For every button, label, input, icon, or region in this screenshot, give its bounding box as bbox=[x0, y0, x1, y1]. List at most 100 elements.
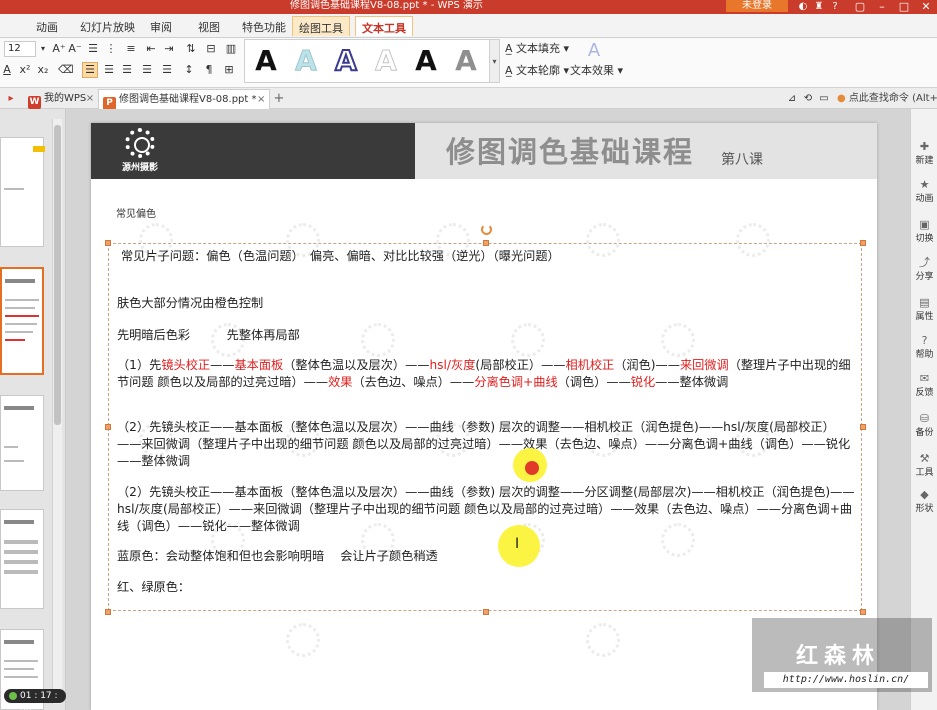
align-left-icon[interactable]: ☰ bbox=[82, 62, 98, 78]
tab-review[interactable]: 审阅 bbox=[150, 19, 172, 35]
command-search[interactable]: ● 点此查找命令 (Alt+ bbox=[837, 89, 937, 109]
rotate-handle-icon[interactable] bbox=[481, 224, 492, 235]
tabs-menu-icon[interactable]: ▸ bbox=[4, 89, 18, 109]
tab-drawing-tools[interactable]: 绘图工具 bbox=[292, 16, 350, 36]
numbered-list-icon[interactable]: ≡ bbox=[124, 42, 138, 56]
sidebar-item-animation[interactable]: ★ 动画 bbox=[911, 179, 937, 205]
tab-text-tools[interactable]: 文本工具 bbox=[355, 16, 413, 36]
click-indicator-icon bbox=[525, 461, 539, 475]
text-direction-icon[interactable]: ⇅ bbox=[184, 42, 198, 56]
resize-handle[interactable] bbox=[105, 609, 111, 615]
smart-art-icon[interactable]: ⊞ bbox=[222, 63, 236, 77]
bullet-list-icon[interactable]: ⋮ bbox=[104, 42, 118, 56]
slide-title[interactable]: 修图调色基础课程 bbox=[446, 129, 694, 171]
text-fill-button[interactable]: A̲ 文本填充 ▾ bbox=[505, 42, 569, 56]
decrease-font-icon[interactable]: A⁻ bbox=[68, 42, 82, 56]
minimize-button[interactable]: – bbox=[872, 0, 892, 13]
slide-header: 源州摄影 修图调色基础课程 第八课 bbox=[91, 123, 877, 179]
skin-icon[interactable]: ◐ bbox=[797, 1, 809, 12]
resize-handle[interactable] bbox=[860, 240, 866, 246]
sidebar-item-shapes[interactable]: ◆ 形状 bbox=[911, 489, 937, 515]
recording-timer: 01 : 17 : 08 bbox=[4, 689, 66, 710]
new-tab-icon[interactable]: + bbox=[272, 89, 286, 109]
thumbnail-scroll-thumb[interactable] bbox=[54, 125, 61, 425]
tab-document[interactable]: P 修图调色基础课程V8-08.ppt * × bbox=[98, 89, 270, 110]
clear-format-icon[interactable]: ⌫ bbox=[58, 63, 74, 77]
restore-window-button[interactable]: ▢ bbox=[850, 0, 870, 13]
justify-icon[interactable]: ☰ bbox=[140, 63, 154, 77]
text-style-light-blue[interactable]: A bbox=[289, 44, 323, 78]
text-outline-icon: A̲ bbox=[505, 64, 517, 77]
style-gallery-scroll-icon[interactable]: ▾ bbox=[490, 39, 500, 83]
sidebar-item-feedback[interactable]: ✉ 反馈 bbox=[911, 373, 937, 399]
tab-features[interactable]: 特色功能 bbox=[242, 19, 286, 35]
slide-subtitle[interactable]: 常见偏色 bbox=[116, 205, 156, 220]
tab-my-wps[interactable]: W 我的WPS bbox=[24, 89, 90, 109]
resize-handle[interactable] bbox=[860, 609, 866, 615]
line-spacing-menu-icon[interactable]: ↕ bbox=[182, 63, 196, 77]
superscript-icon[interactable]: x² bbox=[18, 63, 32, 77]
text-outline-button[interactable]: A̲ 文本轮廓 ▾ bbox=[505, 64, 569, 78]
maximize-button[interactable]: □ bbox=[894, 0, 914, 13]
text-style-bold-black[interactable]: A bbox=[409, 44, 443, 78]
thumbnail-scrollbar[interactable] bbox=[52, 119, 62, 704]
text-line: 先明暗后色彩 先整体再局部 bbox=[117, 328, 300, 342]
indent-decrease-icon[interactable]: ⇤ bbox=[144, 42, 158, 56]
sidebar-item-transition[interactable]: ▣ 切换 bbox=[911, 219, 937, 245]
resize-handle[interactable] bbox=[483, 240, 489, 246]
tab-view[interactable]: 视图 bbox=[198, 19, 220, 35]
resize-handle[interactable] bbox=[105, 240, 111, 246]
slide-thumbnail[interactable] bbox=[0, 395, 44, 491]
window-list-icon[interactable]: ▭ bbox=[818, 89, 830, 109]
text-effect-button[interactable]: 文本效果 ▾ bbox=[570, 64, 623, 78]
font-color-icon[interactable]: A bbox=[0, 63, 14, 77]
selected-text-box[interactable]: 常见片子问题：偏色（色温问题） 偏亮、偏暗、对比比较强（逆光）（曝光问题） 肤色… bbox=[105, 224, 866, 615]
properties-icon: ▤ bbox=[919, 296, 930, 309]
tab-animation[interactable]: 动画 bbox=[36, 19, 58, 35]
slide-thumbnail[interactable] bbox=[0, 509, 44, 609]
refresh-icon[interactable]: ⟲ bbox=[802, 89, 814, 109]
slide-thumbnail-current[interactable] bbox=[0, 267, 44, 375]
tab-slideshow[interactable]: 幻灯片放映 bbox=[80, 19, 135, 35]
workflow-paragraph-1: （1）先镜头校正——基本面板（整体色温以及层次）——hsl/灰度(局部校正）——… bbox=[117, 358, 851, 389]
text-style-gallery: A A A A A A bbox=[244, 39, 490, 83]
font-size-dropdown-icon[interactable]: ▾ bbox=[38, 42, 48, 56]
sidebar-item-help[interactable]: ? 帮助 bbox=[911, 335, 937, 361]
login-button[interactable]: 未登录 bbox=[726, 0, 788, 12]
text-style-gray[interactable]: A bbox=[449, 44, 483, 78]
text-style-white-outline[interactable]: A bbox=[369, 44, 403, 78]
distribute-icon[interactable]: ☰ bbox=[160, 63, 174, 77]
text-effect-icon[interactable]: A bbox=[584, 40, 604, 62]
search-bulb-icon: ● bbox=[837, 93, 849, 104]
resize-handle[interactable] bbox=[483, 609, 489, 615]
sidebar-item-new[interactable]: ✚ 新建 bbox=[911, 141, 937, 167]
close-button[interactable]: ✕ bbox=[916, 0, 936, 13]
text-style-black[interactable]: A bbox=[249, 44, 283, 78]
sidebar-item-tools[interactable]: ⚒ 工具 bbox=[911, 453, 937, 479]
text-style-blue-outline[interactable]: A bbox=[329, 43, 363, 78]
document-tab-close-icon[interactable]: × bbox=[257, 90, 265, 109]
resize-handle[interactable] bbox=[860, 424, 866, 430]
pin-icon[interactable]: ⊿ bbox=[786, 89, 798, 109]
sidebar-item-properties[interactable]: ▤ 属性 bbox=[911, 296, 937, 323]
lesson-label[interactable]: 第八课 bbox=[721, 149, 763, 169]
slide-thumbnail[interactable] bbox=[0, 137, 45, 247]
help-icon[interactable]: ? bbox=[829, 1, 841, 12]
align-center-icon[interactable]: ☰ bbox=[102, 63, 116, 77]
text-cursor-icon: I bbox=[515, 536, 520, 552]
align-right-icon[interactable]: ☰ bbox=[120, 63, 134, 77]
sidebar-item-share[interactable]: ⤴ 分享 bbox=[911, 257, 937, 283]
subscript-icon[interactable]: x₂ bbox=[36, 63, 50, 77]
font-size-field[interactable]: 12 bbox=[4, 41, 36, 57]
indent-increase-icon[interactable]: ⇥ bbox=[162, 42, 176, 56]
paragraph-icon[interactable]: ¶ bbox=[202, 63, 216, 77]
align-text-icon[interactable]: ⊟ bbox=[204, 42, 218, 56]
text-line: 常见片子问题：偏色（色温问题） 偏亮、偏暗、对比比较强（逆光）（曝光问题） bbox=[121, 249, 560, 263]
shirt-icon[interactable]: ♜ bbox=[813, 1, 825, 12]
sidebar-item-backup[interactable]: ⛁ 备份 bbox=[911, 413, 937, 439]
columns-icon[interactable]: ▥ bbox=[224, 42, 238, 56]
increase-font-icon[interactable]: A⁺ bbox=[52, 42, 66, 56]
resize-handle[interactable] bbox=[105, 424, 111, 430]
line-spacing-icon[interactable]: ☰ bbox=[86, 42, 100, 56]
tab-close-icon[interactable]: × bbox=[84, 89, 96, 109]
